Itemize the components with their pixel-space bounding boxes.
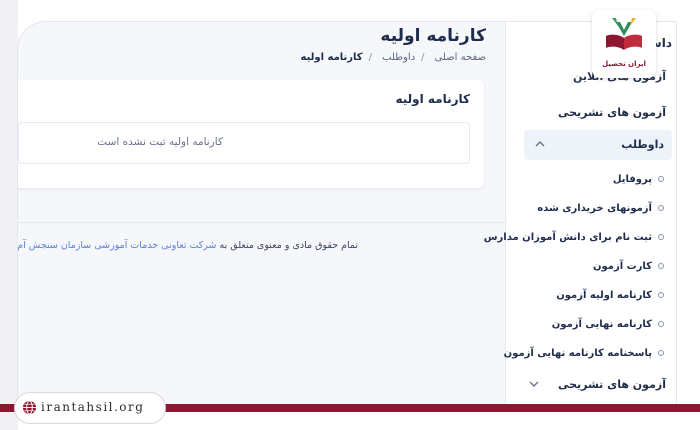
- report-card: کارنامه اولیه کارنامه اولیه ثبت نشده است: [18, 80, 484, 188]
- chevron-up-icon: [535, 141, 545, 147]
- bullet-icon: [658, 176, 664, 182]
- book-logo-icon: [606, 18, 642, 50]
- empty-state: کارنامه اولیه ثبت نشده است: [18, 122, 470, 164]
- bullet-icon: [658, 263, 664, 269]
- card-title: کارنامه اولیه: [395, 92, 470, 106]
- sidebar-item-descriptive-exams[interactable]: آزمون های تشریحی: [558, 106, 666, 119]
- logo-text: ایران تحصیل: [602, 60, 646, 68]
- breadcrumb-separator: /: [368, 52, 372, 63]
- sidebar-item-candidate-label: داوطلب: [621, 138, 664, 151]
- sidebar-subitem-label: کارنامه نهایی آزمون: [551, 319, 652, 330]
- sidebar: داش آزمون های آنلاین آزمون های تشریحی دا…: [484, 22, 676, 404]
- website-url: irantahsil.org: [41, 400, 145, 414]
- breadcrumb-home[interactable]: صفحه اصلی: [435, 52, 486, 63]
- breadcrumb-parent[interactable]: داوطلب: [382, 52, 415, 63]
- sidebar-subitem-purchased-exams[interactable]: آزمونهای خریداری شده: [537, 203, 664, 214]
- empty-message: کارنامه اولیه ثبت نشده است: [97, 136, 223, 148]
- sidebar-subitem-label: کارنامه اولیه آزمون: [556, 290, 652, 301]
- sidebar-subitem-final-report[interactable]: کارنامه نهایی آزمون: [552, 319, 664, 330]
- app-window: کارنامه اولیه صفحه اصلی / داوطلب / کارنامه ا…: [18, 22, 676, 404]
- bullet-icon: [658, 205, 664, 211]
- breadcrumb-current: کارنامه اولیه: [300, 52, 363, 63]
- bullet-icon: [658, 234, 664, 240]
- left-margin: [0, 0, 18, 430]
- sidebar-subitem-label: پروفایل: [612, 174, 652, 185]
- sidebar-item-candidate[interactable]: داوطلب: [524, 130, 672, 160]
- breadcrumb-separator: /: [421, 52, 425, 63]
- sidebar-subitem-final-answers[interactable]: پاسخنامه کارنامه نهایی آزمون: [504, 348, 664, 359]
- sidebar-subitem-label: کارت آزمون: [592, 261, 652, 272]
- footer-text: تمام حقوق مادی و معنوی متعلق به: [219, 240, 358, 251]
- sidebar-item-descriptive-exams-2[interactable]: آزمون های تشریحی: [558, 378, 666, 391]
- breadcrumb: صفحه اصلی / داوطلب / کارنامه اولیه: [297, 52, 487, 63]
- sidebar-subitem-label: ثبت نام برای دانش آموزان مدارس: [483, 232, 652, 243]
- brand-logo: ایران تحصیل: [592, 10, 656, 78]
- footer-copyright: تمام حقوق مادی و معنوی متعلق به شرکت تعا…: [18, 240, 358, 251]
- sidebar-subitem-profile[interactable]: پروفایل: [613, 174, 664, 185]
- bullet-icon: [658, 292, 664, 298]
- sidebar-subitem-label: آزمونهای خریداری شده: [537, 203, 652, 214]
- website-badge[interactable]: irantahsil.org: [14, 392, 166, 424]
- bullet-icon: [658, 350, 664, 356]
- chevron-down-icon[interactable]: [528, 378, 540, 390]
- bullet-icon: [658, 321, 664, 327]
- sidebar-subitem-school-registration[interactable]: ثبت نام برای دانش آموزان مدارس: [484, 232, 664, 243]
- globe-icon: [22, 400, 37, 415]
- footer-divider: [18, 222, 506, 223]
- footer-link[interactable]: شرکت تعاونی خدمات آموزشی سازمان سنجش آم: [18, 240, 217, 251]
- sidebar-subitem-exam-card[interactable]: کارت آزمون: [593, 261, 664, 272]
- page-title: کارنامه اولیه: [380, 26, 486, 46]
- sidebar-subitem-initial-report[interactable]: کارنامه اولیه آزمون: [556, 290, 664, 301]
- sidebar-subitem-label: پاسخنامه کارنامه نهایی آزمون: [503, 348, 652, 359]
